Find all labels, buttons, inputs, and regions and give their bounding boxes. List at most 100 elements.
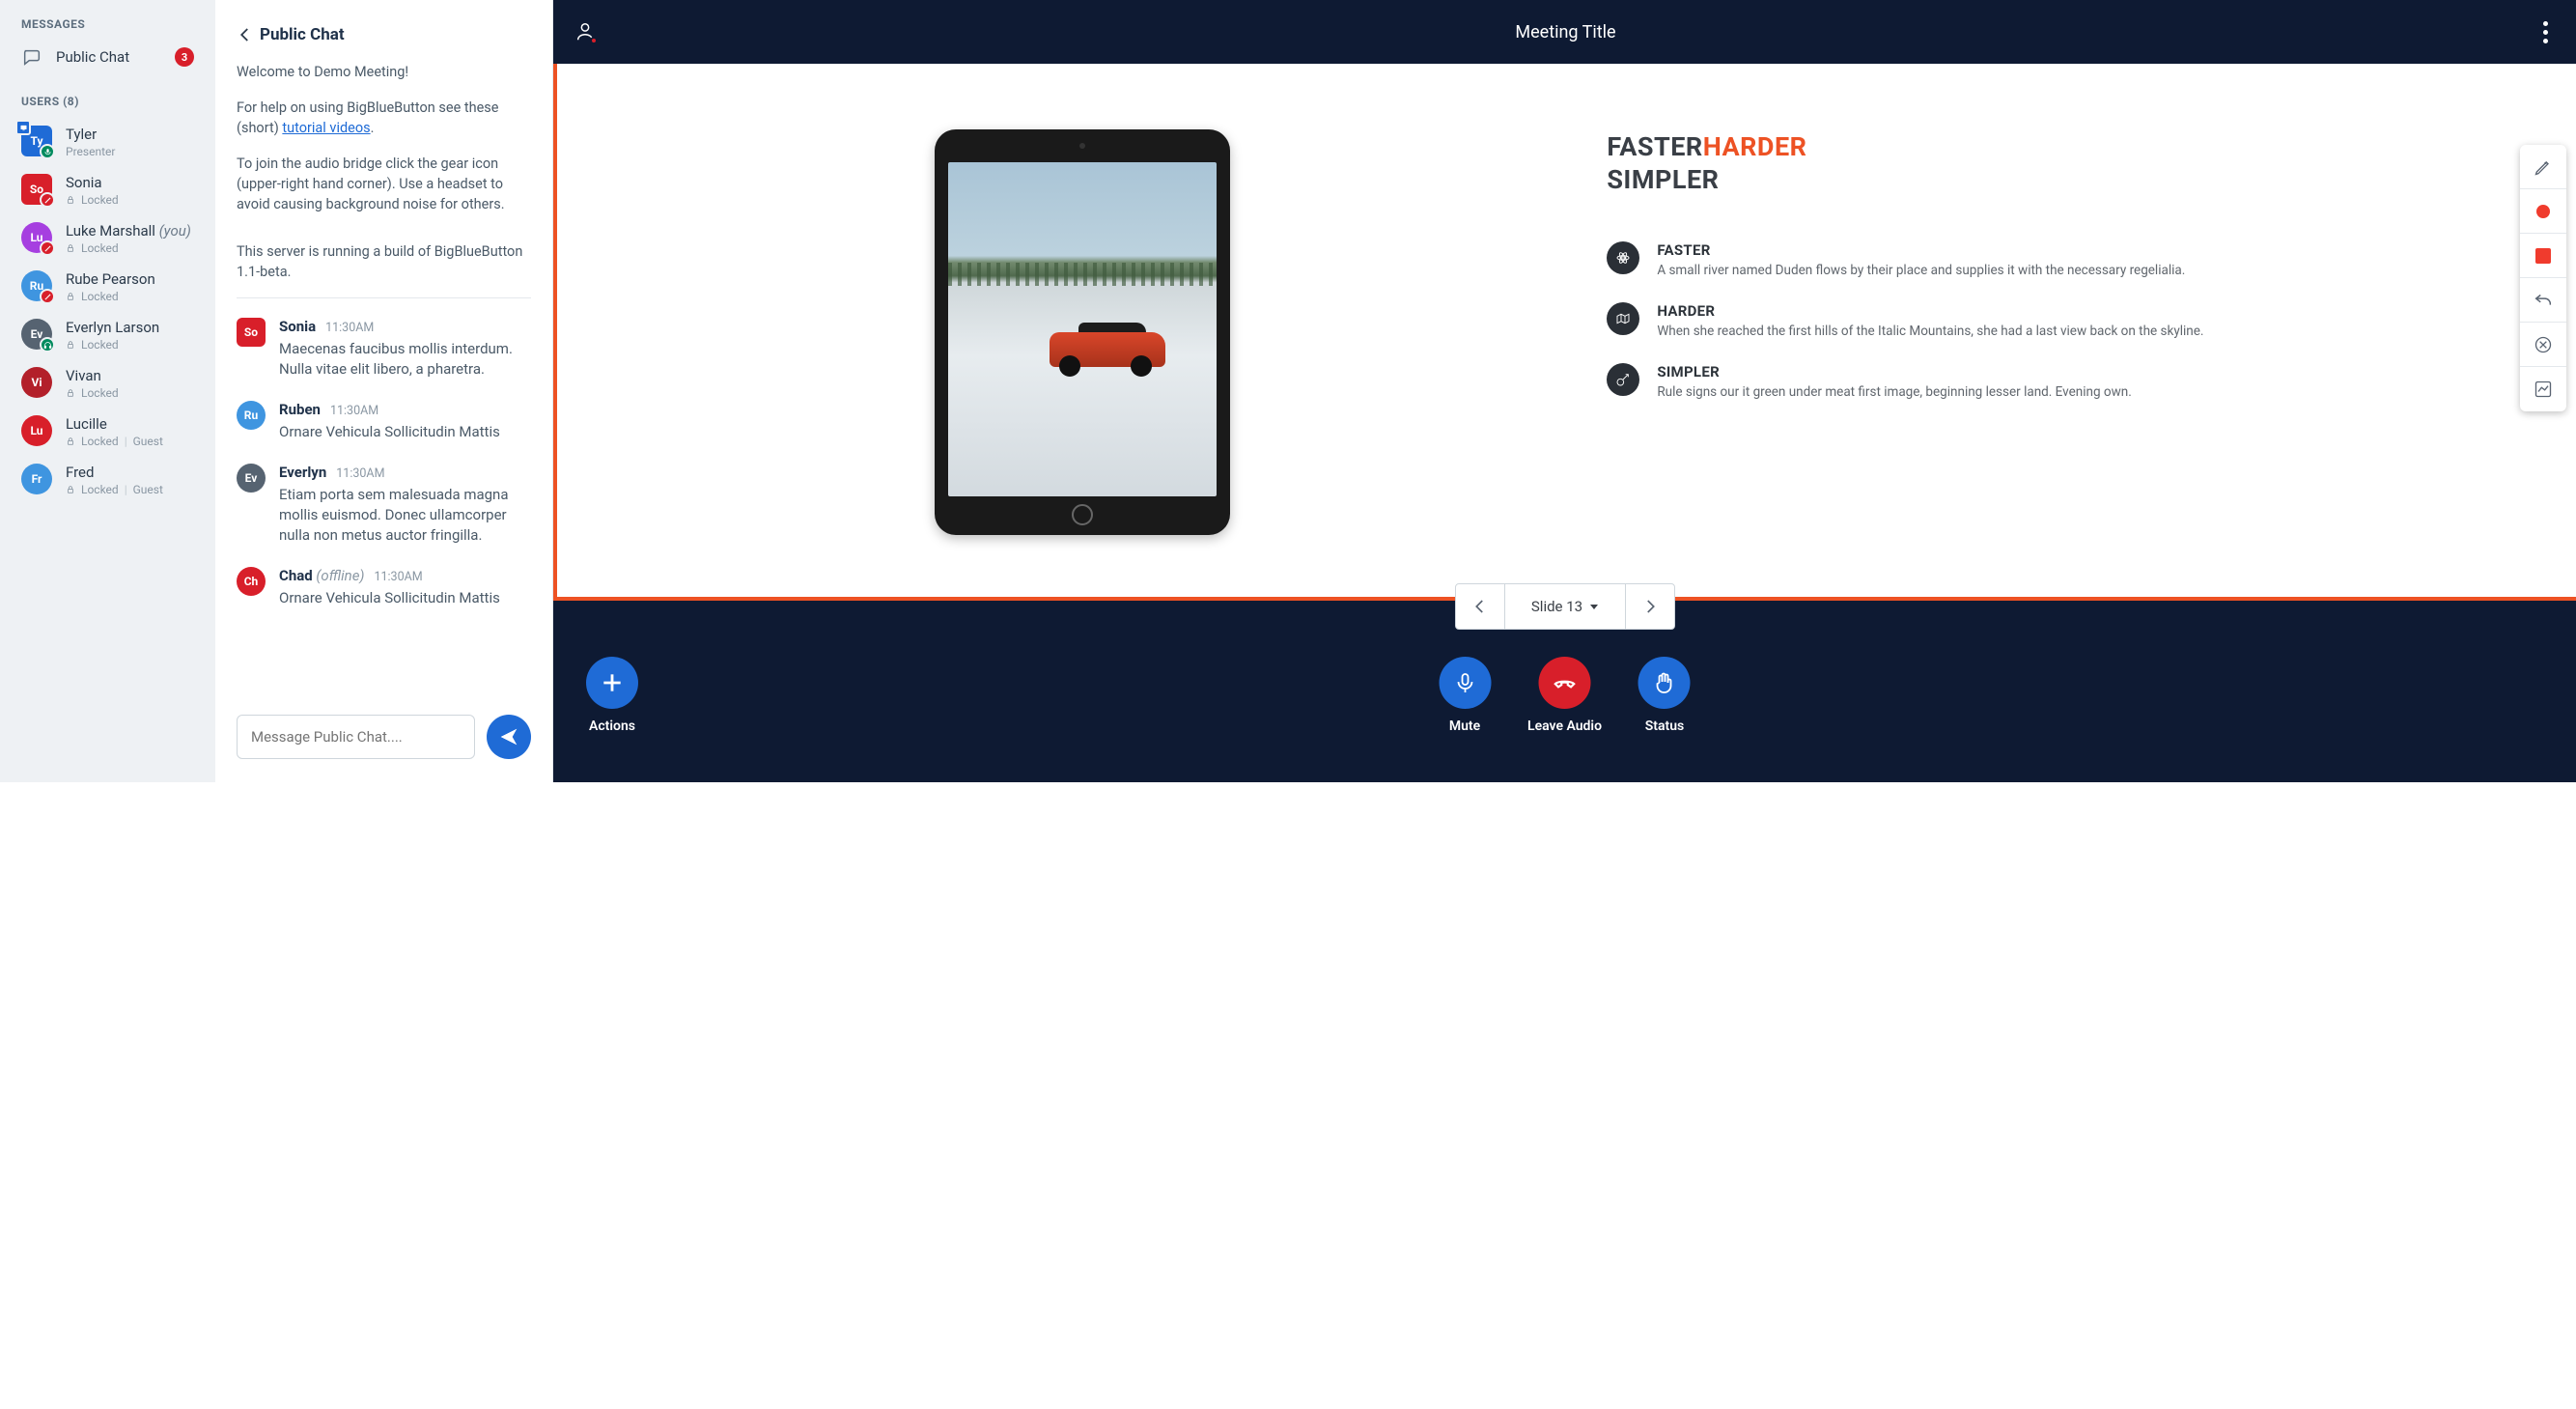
lock-icon: [66, 243, 75, 253]
chat-message: RuRuben11:30AMOrnare Vehicula Sollicitud…: [237, 401, 531, 442]
tutorial-link[interactable]: tutorial videos: [282, 120, 370, 136]
welcome-block: Welcome to Demo Meeting!For help on usin…: [237, 62, 531, 282]
user-name: Luke Marshall (you): [66, 222, 191, 240]
lock-icon: [66, 388, 75, 398]
slide-image-area: [557, 64, 1607, 601]
feature-body: Rule signs our it green under meat first…: [1657, 383, 2131, 401]
guest-label: Guest: [133, 483, 163, 496]
slide-label: Slide 13: [1531, 598, 1582, 615]
person-status-icon[interactable]: [574, 21, 596, 42]
status-indicator-icon: [40, 289, 55, 304]
message-time: 11:30AM: [374, 570, 422, 584]
user-sub-label: Locked: [81, 386, 119, 400]
presenter-badge-icon: [15, 120, 31, 135]
hangup-icon: [1552, 670, 1577, 695]
meeting-topbar: Meeting Title: [553, 0, 2576, 64]
avatar: So: [237, 318, 266, 347]
plus-icon: [600, 670, 625, 695]
status-indicator-icon: [40, 337, 55, 352]
tool-undo[interactable]: [2520, 278, 2566, 323]
actions-group: Actions: [586, 657, 638, 734]
slide-select[interactable]: Slide 13: [1504, 584, 1626, 629]
next-slide-button[interactable]: [1626, 584, 1674, 629]
tool-color[interactable]: [2520, 234, 2566, 278]
line-chart-icon: [2534, 380, 2553, 399]
avatar: Vi: [21, 367, 52, 398]
user-row[interactable]: RuRube PearsonLocked: [0, 263, 215, 311]
public-chat-label: Public Chat: [56, 48, 161, 66]
tool-thickness[interactable]: [2520, 189, 2566, 234]
status-button[interactable]: [1638, 657, 1691, 709]
user-row[interactable]: TyTylerPresenter: [0, 118, 215, 166]
users-pane: MESSAGES Public Chat 3 USERS (8) TyTyler…: [0, 0, 215, 782]
message-text: Maecenas faucibus mollis interdum. Nulla…: [279, 339, 531, 380]
chat-header: Public Chat: [215, 0, 552, 62]
user-row[interactable]: SoSoniaLocked: [0, 166, 215, 214]
message-author: Sonia: [279, 318, 316, 335]
slide-controls-row: Slide 13: [553, 601, 2576, 657]
chat-title: Public Chat: [260, 25, 345, 44]
tool-pencil[interactable]: [2520, 145, 2566, 189]
user-name: Everlyn Larson: [66, 319, 159, 336]
feature-body: A small river named Duden flows by their…: [1657, 262, 2185, 279]
feature-item: FASTER A small river named Duden flows by…: [1607, 241, 2551, 279]
center-actions: Mute Leave Audio Status: [1439, 657, 1691, 734]
message-time: 11:30AM: [336, 466, 384, 481]
feature-icon: [1607, 241, 1639, 274]
user-row[interactable]: LuLuke Marshall (you)Locked: [0, 214, 215, 263]
avatar: Ru: [237, 401, 266, 430]
mute-button[interactable]: [1439, 657, 1491, 709]
lock-icon: [66, 485, 75, 494]
actions-button[interactable]: [586, 657, 638, 709]
user-row[interactable]: FrFredLocked|Guest: [0, 456, 215, 504]
send-button[interactable]: [487, 715, 531, 759]
feature-body: When she reached the first hills of the …: [1657, 323, 2203, 340]
message-text: Ornare Vehicula Sollicitudin Mattis: [279, 422, 531, 442]
user-sub-label: Presenter: [66, 145, 115, 158]
users-heading: USERS (8): [0, 81, 215, 118]
message-author: Everlyn: [279, 464, 326, 481]
microphone-icon: [1453, 671, 1476, 694]
unread-badge: 3: [175, 47, 194, 67]
user-sub-label: Locked: [81, 290, 119, 303]
options-menu-button[interactable]: [2535, 21, 2555, 43]
feature-title: FASTER: [1657, 241, 2185, 259]
chevron-left-icon: [1471, 598, 1489, 615]
clear-icon: [2534, 335, 2553, 354]
status-indicator-icon: [40, 144, 55, 159]
lock-icon: [66, 195, 75, 205]
user-name: Rube Pearson: [66, 270, 155, 288]
meeting-pane: Meeting Title FASTERHARDERSIMPLER FASTER…: [553, 0, 2576, 782]
divider: [237, 297, 531, 298]
prev-slide-button[interactable]: [1456, 584, 1504, 629]
slide-text-area: FASTERHARDERSIMPLER FASTERA small river …: [1607, 64, 2576, 601]
message-time: 11:30AM: [330, 404, 378, 418]
user-name: Vivan: [66, 367, 119, 384]
presentation-area: FASTERHARDERSIMPLER FASTERA small river …: [553, 64, 2576, 601]
tablet-mock: [935, 129, 1230, 535]
public-chat-item[interactable]: Public Chat 3: [0, 41, 215, 81]
messages-list: So Sonia 11:30AM Maecenas faucibus mollis i…: [237, 318, 531, 608]
tool-fit[interactable]: [2520, 367, 2566, 411]
send-icon: [498, 726, 519, 747]
lock-icon: [66, 340, 75, 350]
leave-audio-label: Leave Audio: [1527, 719, 1602, 734]
user-row[interactable]: LuLucilleLocked|Guest: [0, 408, 215, 456]
meeting-title: Meeting Title: [596, 22, 2535, 42]
feature-item: HARDERWhen she reached the first hills o…: [1607, 302, 2551, 340]
status-indicator-icon: [40, 192, 55, 208]
user-row[interactable]: EvEverlyn LarsonLocked: [0, 311, 215, 359]
user-row[interactable]: Vi Vivan Locked: [0, 359, 215, 408]
back-icon[interactable]: [237, 26, 254, 43]
user-sub-label: Locked: [81, 435, 119, 448]
tool-clear[interactable]: [2520, 323, 2566, 367]
leave-audio-button[interactable]: [1538, 657, 1590, 709]
user-sub-label: Locked: [81, 483, 119, 496]
message-text: Etiam porta sem malesuada magna mollis e…: [279, 485, 531, 546]
caret-down-icon: [1590, 605, 1598, 609]
lock-icon: [66, 437, 75, 446]
compose-input[interactable]: [237, 715, 475, 759]
user-sub-label: Locked: [81, 241, 119, 255]
message-text: Ornare Vehicula Sollicitudin Mattis: [279, 588, 531, 608]
message-author: Chad (offline): [279, 567, 364, 584]
